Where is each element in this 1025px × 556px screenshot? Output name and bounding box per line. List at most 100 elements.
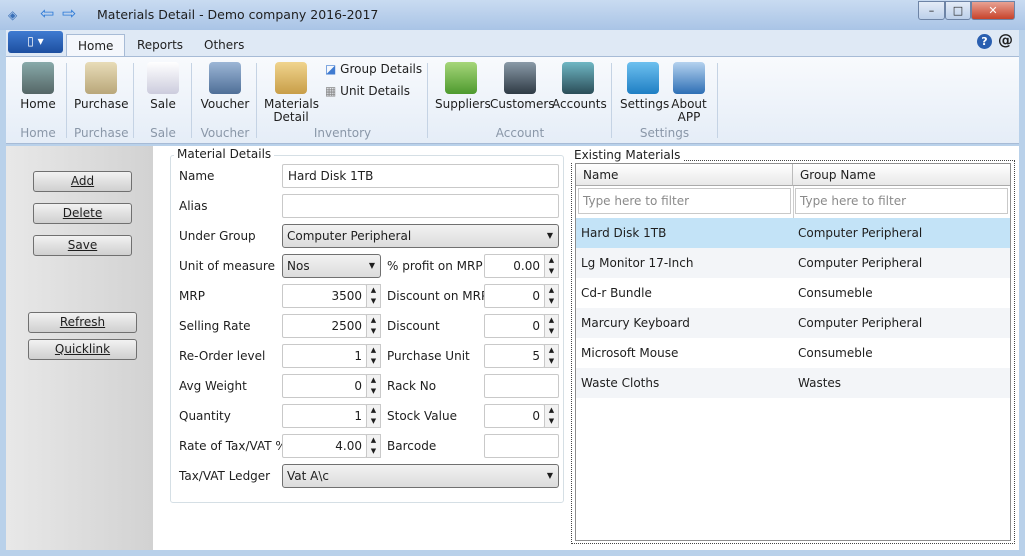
column-header-group[interactable]: Group Name (793, 164, 1010, 186)
mrp-input[interactable]: 3500 (282, 284, 367, 308)
table-row[interactable]: Marcury Keyboard Computer Peripheral (576, 308, 1010, 338)
forward-arrow-icon[interactable]: ⇨ (62, 4, 76, 24)
unit-select[interactable]: Nos ▼ (282, 254, 381, 278)
profit-spinner[interactable]: ▲ ▼ (544, 254, 559, 278)
chevron-down-icon: ▼ (368, 261, 375, 270)
tab-others[interactable]: Others (193, 34, 255, 57)
material-name: Microsoft Mouse (581, 346, 679, 360)
sale-button[interactable]: Sale (145, 62, 181, 111)
stock-value-spinner[interactable]: ▲ ▼ (544, 404, 559, 428)
materials-detail-button[interactable]: Materials Detail (264, 62, 320, 124)
quantity-spinner[interactable]: ▲ ▼ (366, 404, 381, 428)
group-label-sale: Sale (150, 126, 176, 140)
unit-details-button[interactable]: ▦ Unit Details (325, 84, 410, 98)
quicklink-button[interactable]: Quicklink (28, 339, 137, 360)
avg-weight-input[interactable]: 0 (282, 374, 367, 398)
discount-mrp-spinner[interactable]: ▲ ▼ (544, 284, 559, 308)
reorder-label: Re-Order level (179, 349, 266, 363)
purchase-unit-input[interactable]: 5 (484, 344, 545, 368)
selling-rate-spinner[interactable]: ▲ ▼ (366, 314, 381, 338)
maximize-button[interactable]: □ (945, 1, 971, 20)
customers-button[interactable]: Customers (490, 62, 555, 111)
house-icon (22, 62, 54, 94)
tab-home[interactable]: Home (66, 34, 126, 57)
home-label: Home (20, 97, 56, 111)
table-row[interactable]: Lg Monitor 17-Inch Computer Peripheral (576, 248, 1010, 278)
add-button[interactable]: Add (33, 171, 132, 192)
settings-button[interactable]: Settings (620, 62, 670, 111)
help-icon[interactable]: ? (977, 34, 992, 49)
discount-spinner[interactable]: ▲ ▼ (544, 314, 559, 338)
selling-rate-input[interactable]: 2500 (282, 314, 367, 338)
name-filter-input[interactable]: Type here to filter (578, 188, 791, 214)
discount-mrp-input[interactable]: 0 (484, 284, 545, 308)
quantity-input[interactable]: 1 (282, 404, 367, 428)
under-group-value: Computer Peripheral (287, 229, 412, 243)
tax-ledger-value: Vat A\c (287, 469, 329, 483)
material-group: Consumeble (798, 286, 873, 300)
reorder-spinner[interactable]: ▲ ▼ (366, 344, 381, 368)
close-button[interactable]: ✕ (971, 1, 1015, 20)
group-label-inventory: Inventory (313, 126, 372, 140)
under-group-select[interactable]: Computer Peripheral ▼ (282, 224, 559, 248)
group-label-purchase: Purchase (74, 126, 129, 140)
table-row[interactable]: Cd-r Bundle Consumeble (576, 278, 1010, 308)
tax-rate-input[interactable]: 4.00 (282, 434, 367, 458)
purchase-button[interactable]: Purchase (74, 62, 129, 111)
sale-label: Sale (150, 97, 176, 111)
profit-input[interactable]: 0.00 (484, 254, 545, 278)
material-name: Cd-r Bundle (581, 286, 652, 300)
customers-label: Customers (490, 97, 555, 111)
avg-weight-spinner[interactable]: ▲ ▼ (366, 374, 381, 398)
save-button[interactable]: Save (33, 235, 132, 256)
minimize-button[interactable]: – (918, 1, 945, 20)
reorder-input[interactable]: 1 (282, 344, 367, 368)
home-button[interactable]: Home (18, 62, 58, 111)
about-app-button[interactable]: About APP (670, 62, 708, 124)
tax-ledger-label: Tax/VAT Ledger (179, 469, 271, 483)
stock-value-input[interactable]: 0 (484, 404, 545, 428)
rack-no-input[interactable] (484, 374, 559, 398)
group-filter-input[interactable]: Type here to filter (795, 188, 1008, 214)
separator (256, 63, 257, 138)
binder-icon (209, 62, 241, 94)
discount-input[interactable]: 0 (484, 314, 545, 338)
table-row[interactable]: Waste Cloths Wastes (576, 368, 1010, 398)
app-menu-icon[interactable]: ◈ (8, 8, 17, 22)
tab-reports[interactable]: Reports (126, 34, 194, 57)
back-arrow-icon[interactable]: ⇦ (40, 4, 54, 24)
calculator-icon: ▦ (325, 84, 337, 98)
suppliers-label: Suppliers (435, 97, 491, 111)
settings-label: Settings (620, 97, 670, 111)
name-input[interactable]: Hard Disk 1TB (282, 164, 559, 188)
materials-detail-label: Materials Detail (264, 97, 320, 124)
rack-no-label: Rack No (387, 379, 437, 393)
table-row[interactable]: Hard Disk 1TB Computer Peripheral (576, 218, 1010, 248)
alias-label: Alias (179, 199, 208, 213)
purchase-unit-label: Purchase Unit (387, 349, 470, 363)
material-group: Wastes (798, 376, 842, 390)
table-row[interactable]: Microsoft Mouse Consumeble (576, 338, 1010, 368)
group-details-button[interactable]: ◪ Group Details (325, 62, 422, 76)
group-label-home: Home (20, 126, 56, 140)
tax-ledger-select[interactable]: Vat A\c ▼ (282, 464, 559, 488)
about-icon[interactable]: @ (998, 31, 1013, 49)
suppliers-button[interactable]: Suppliers (435, 62, 491, 111)
material-group: Computer Peripheral (798, 226, 923, 240)
mrp-spinner[interactable]: ▲ ▼ (366, 284, 381, 308)
voucher-button[interactable]: Voucher (200, 62, 250, 111)
group-label-account: Account (495, 126, 545, 140)
file-menu-button[interactable]: ▯ ▾ (8, 31, 63, 53)
chevron-down-icon: ▼ (546, 471, 553, 480)
accounts-button[interactable]: Accounts (552, 62, 607, 111)
tax-rate-spinner[interactable]: ▲ ▼ (366, 434, 381, 458)
delete-button[interactable]: Delete (33, 203, 132, 224)
refresh-button[interactable]: Refresh (28, 312, 137, 333)
purchase-unit-spinner[interactable]: ▲ ▼ (544, 344, 559, 368)
alias-input[interactable] (282, 194, 559, 218)
separator (66, 63, 67, 138)
column-header-name[interactable]: Name (576, 164, 793, 186)
group-label-voucher: Voucher (200, 126, 250, 140)
accounts-icon (562, 62, 594, 94)
barcode-input[interactable] (484, 434, 559, 458)
